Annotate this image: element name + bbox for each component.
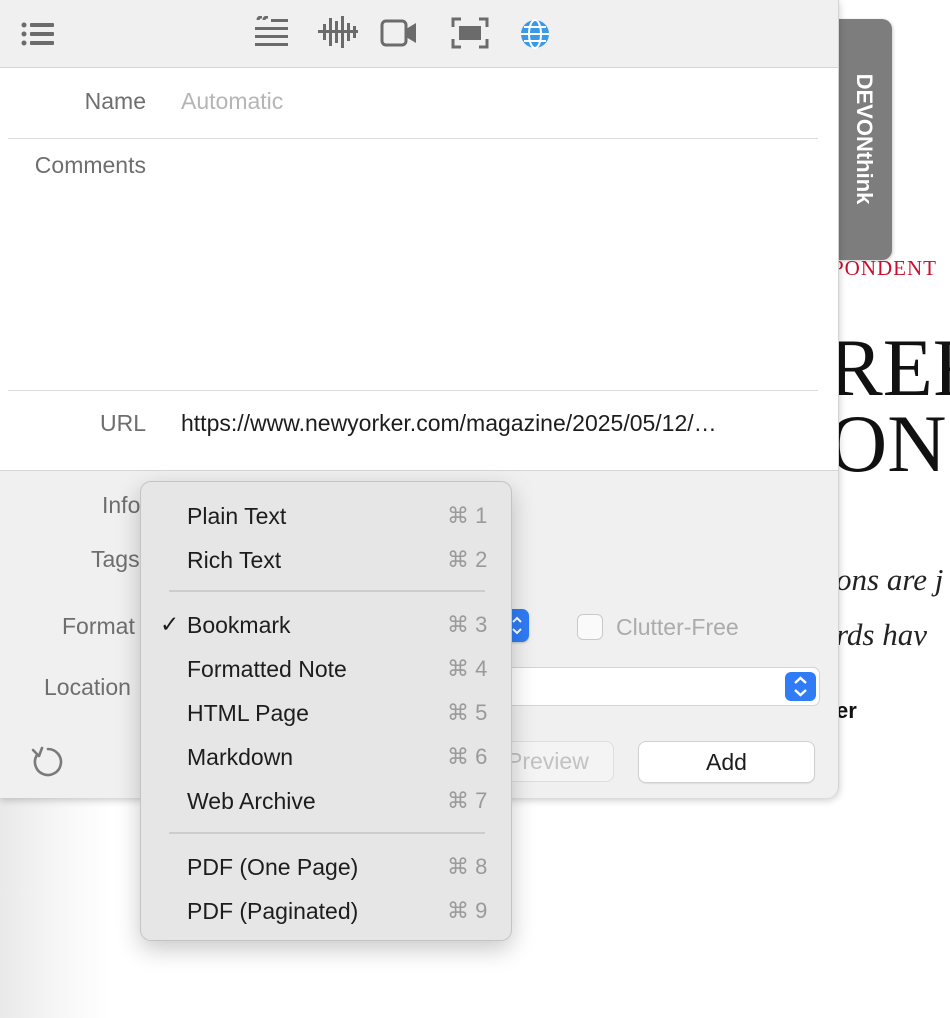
form-fields-area: Name Automatic Comments URL https://www.… — [0, 68, 838, 471]
url-label: URL — [99, 410, 146, 436]
comments-label: Comments — [34, 152, 146, 178]
menu-item-shortcut: ⌘ 6 — [447, 744, 488, 769]
menu-item-label: Bookmark — [187, 612, 291, 638]
headline-line-1: REF — [828, 322, 950, 413]
audio-waveform-icon[interactable] — [318, 15, 358, 54]
comments-textarea[interactable] — [160, 144, 818, 380]
menu-item-label: Plain Text — [187, 503, 287, 529]
url-field[interactable]: https://www.newyorker.com/magazine/2025/… — [181, 410, 816, 437]
screen-capture-icon[interactable] — [451, 17, 489, 54]
video-camera-icon[interactable] — [380, 19, 418, 52]
article-headline: REF ON — [828, 322, 950, 489]
preview-button-label: Preview — [507, 748, 589, 774]
location-label: Location — [44, 674, 131, 700]
dek-line-2: rds hav — [836, 617, 927, 652]
name-label: Name — [84, 88, 146, 114]
menu-item-label: PDF (One Page) — [187, 854, 359, 880]
location-stepper[interactable] — [785, 672, 816, 701]
menu-item-markdown[interactable]: Markdown ⌘ 6 — [141, 737, 511, 777]
name-input[interactable]: Automatic — [181, 88, 283, 115]
dek-line-1: ons are j — [836, 562, 944, 597]
checkmark-icon: ✓ — [160, 611, 180, 637]
menu-item-shortcut: ⌘ 4 — [447, 656, 488, 681]
quote-text-icon[interactable] — [254, 15, 290, 53]
menu-item-label: PDF (Paginated) — [187, 898, 359, 924]
menu-item-rich-text[interactable]: Rich Text ⌘ 2 — [141, 540, 511, 580]
divider — [8, 138, 818, 139]
menu-item-bookmark[interactable]: ✓ Bookmark ⌘ 3 — [141, 605, 511, 645]
info-label: Info — [102, 492, 141, 518]
menu-item-label: Formatted Note — [187, 656, 347, 682]
article-byline: er — [836, 698, 857, 723]
tags-label: Tags — [91, 546, 140, 572]
menu-item-shortcut: ⌘ 9 — [447, 898, 488, 923]
refresh-icon[interactable] — [30, 744, 66, 785]
clutter-free-label: Clutter-Free — [616, 614, 739, 640]
menu-item-pdf-paginated[interactable]: PDF (Paginated) ⌘ 9 — [141, 891, 511, 931]
globe-icon[interactable] — [519, 18, 551, 55]
clutter-free-checkbox[interactable] — [577, 614, 603, 640]
format-label: Format — [62, 613, 135, 639]
menu-item-formatted-note[interactable]: Formatted Note ⌘ 4 — [141, 649, 511, 689]
devonthink-sorter-tab[interactable]: DEVONthink — [836, 19, 892, 260]
menu-separator — [169, 832, 485, 834]
menu-item-label: Rich Text — [187, 547, 282, 573]
menu-item-shortcut: ⌘ 1 — [447, 503, 488, 528]
headline-line-2: ON — [828, 398, 947, 489]
add-button[interactable]: Add — [638, 741, 815, 783]
format-menu: Plain Text ⌘ 1 Rich Text ⌘ 2 ✓ Bookmark … — [140, 481, 512, 941]
menu-item-plain-text[interactable]: Plain Text ⌘ 1 — [141, 496, 511, 536]
menu-item-shortcut: ⌘ 2 — [447, 547, 488, 572]
menu-separator — [169, 590, 485, 592]
menu-item-web-archive[interactable]: Web Archive ⌘ 7 — [141, 781, 511, 821]
article-dek: ons are j rds hav — [836, 552, 943, 662]
menu-item-html-page[interactable]: HTML Page ⌘ 5 — [141, 693, 511, 733]
menu-item-shortcut: ⌘ 3 — [447, 612, 488, 637]
divider — [8, 390, 818, 391]
toolbar — [0, 0, 838, 68]
menu-item-shortcut: ⌘ 7 — [447, 788, 488, 813]
menu-item-pdf-one-page[interactable]: PDF (One Page) ⌘ 8 — [141, 847, 511, 887]
chevron-updown-icon — [794, 676, 807, 697]
list-icon[interactable] — [20, 20, 56, 53]
menu-item-label: Markdown — [187, 744, 294, 770]
location-popup[interactable] — [500, 667, 820, 706]
preview-button[interactable]: Preview — [500, 741, 614, 782]
menu-item-label: Web Archive — [187, 788, 316, 814]
menu-item-shortcut: ⌘ 8 — [447, 854, 488, 879]
devonthink-tab-label: DEVONthink — [852, 73, 877, 205]
menu-item-shortcut: ⌘ 5 — [447, 700, 488, 725]
menu-item-label: HTML Page — [187, 700, 309, 726]
